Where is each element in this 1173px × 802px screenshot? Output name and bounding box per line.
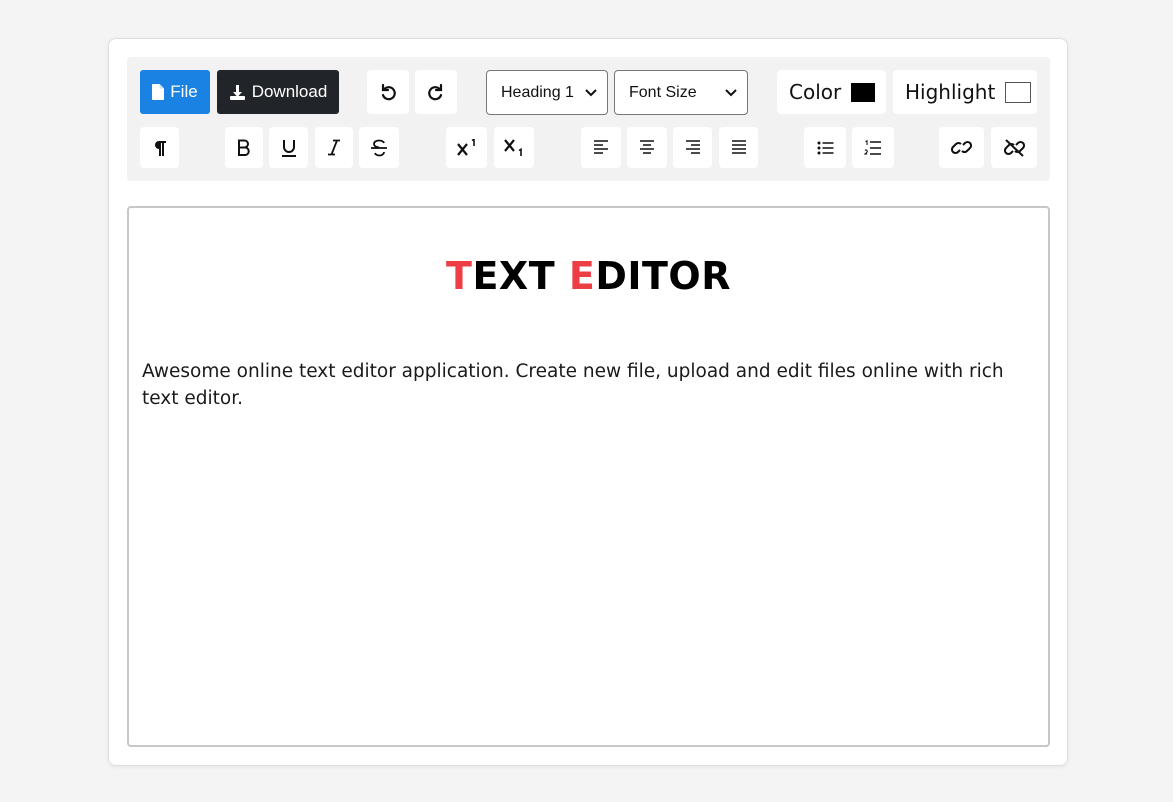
strikethrough-button[interactable] (359, 127, 399, 168)
title-text: EXT (472, 254, 569, 298)
editor-card: File Download Heading 1 Font Size Color … (108, 38, 1068, 766)
chevron-down-icon (725, 88, 737, 96)
file-icon (152, 84, 165, 100)
title-text: DITOR (595, 254, 731, 298)
redo-button[interactable] (415, 70, 457, 114)
justify-button[interactable] (719, 127, 758, 168)
highlight-label: Highlight (905, 80, 996, 104)
download-button-label: Download (251, 82, 328, 101)
block-format-value: Heading 1 (501, 83, 574, 101)
highlight-swatch[interactable] (1005, 81, 1032, 103)
superscript-icon (456, 138, 475, 156)
subscript-button[interactable] (494, 127, 534, 168)
bold-icon (238, 139, 250, 156)
bold-button[interactable] (225, 127, 263, 168)
text-color-picker[interactable]: Color (777, 70, 886, 114)
highlight-color-picker[interactable]: Highlight (893, 70, 1037, 114)
align-right-icon (685, 140, 700, 154)
italic-button[interactable] (315, 127, 353, 168)
download-button[interactable]: Download (217, 70, 339, 114)
unlink-icon (1003, 138, 1025, 157)
underline-button[interactable] (269, 127, 308, 168)
numbered-list-button[interactable] (852, 127, 894, 168)
block-format-select[interactable]: Heading 1 (486, 70, 608, 115)
color-swatch[interactable] (851, 82, 876, 102)
subscript-icon (504, 138, 522, 156)
document-body-paragraph: Awesome online text editor application. … (142, 361, 1004, 409)
download-icon (229, 84, 245, 100)
file-button[interactable]: File (140, 70, 210, 114)
align-center-icon (640, 140, 654, 154)
align-right-button[interactable] (673, 127, 712, 168)
align-center-button[interactable] (627, 127, 667, 168)
bullet-list-button[interactable] (804, 127, 846, 168)
align-left-button[interactable] (581, 127, 621, 168)
italic-icon (328, 139, 340, 156)
font-size-select[interactable]: Font Size (614, 70, 748, 115)
link-icon (951, 140, 972, 155)
chevron-down-icon (585, 88, 597, 96)
superscript-button[interactable] (446, 127, 487, 168)
remove-link-button[interactable] (991, 127, 1037, 168)
file-button-label: File (170, 82, 198, 101)
editor-content-area[interactable]: TEXT EDITOR Awesome online text editor a… (127, 206, 1050, 747)
strikethrough-icon (371, 139, 387, 156)
document-title: TEXT EDITOR (129, 254, 1048, 298)
undo-button[interactable] (367, 70, 409, 114)
paragraph-button[interactable] (140, 127, 179, 168)
underline-icon (281, 139, 296, 157)
title-accent-letter: T (446, 254, 473, 298)
bullet-list-icon (817, 141, 833, 154)
redo-icon (428, 83, 443, 101)
align-justify-icon (731, 140, 746, 154)
color-label: Color (789, 80, 842, 104)
paragraph-icon (154, 140, 166, 156)
title-accent-letter: E (568, 254, 596, 298)
toolbar: File Download Heading 1 Font Size Color … (127, 57, 1050, 181)
insert-link-button[interactable] (939, 127, 984, 168)
font-size-value: Font Size (629, 83, 697, 101)
numbered-list-icon (864, 139, 881, 155)
align-left-icon (594, 140, 608, 154)
undo-icon (381, 83, 396, 101)
